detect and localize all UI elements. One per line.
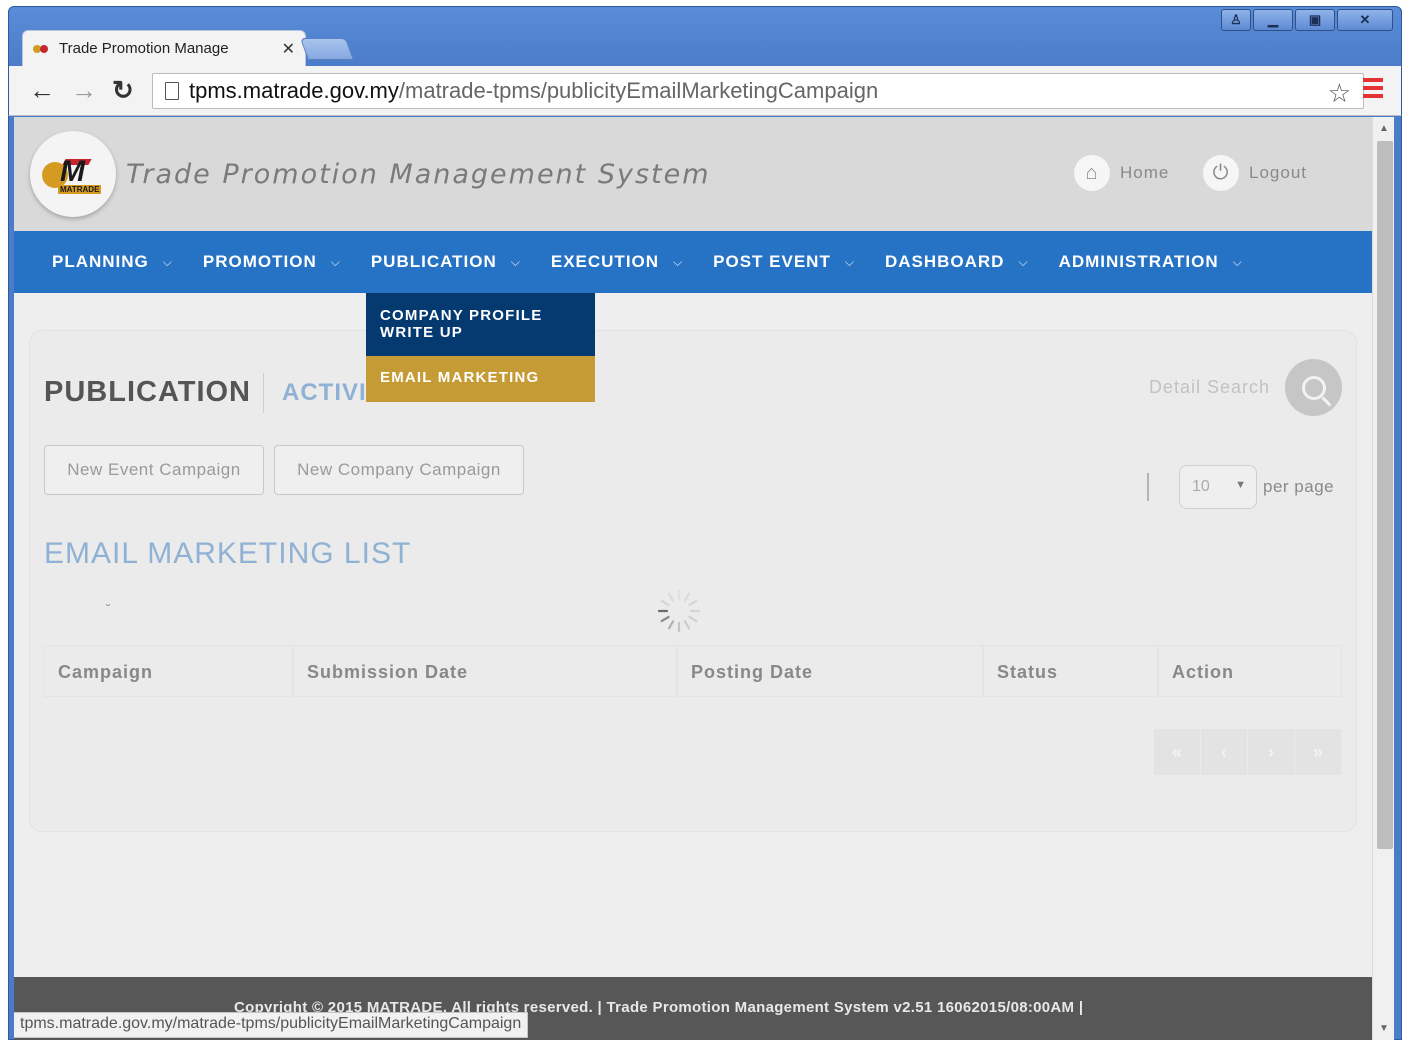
close-window-icon[interactable]: ✕	[1337, 9, 1393, 31]
chevron-down-icon: ⌵	[844, 254, 855, 269]
page-icon	[165, 82, 179, 100]
chevron-down-icon: ⌵	[1018, 254, 1029, 269]
new-company-campaign-button[interactable]: New Company Campaign	[274, 445, 524, 495]
menu-item-label: EMAIL MARKETING	[380, 369, 540, 386]
nav-dashboard[interactable]: DASHBOARD ⌵	[885, 252, 1029, 272]
per-page-select[interactable]: 10 ▼	[1179, 465, 1257, 509]
home-link[interactable]: ⌂ Home	[1074, 155, 1169, 191]
logout-label: Logout	[1249, 163, 1307, 182]
search-button[interactable]	[1285, 359, 1342, 416]
menu-item-label-line2: WRITE UP	[380, 324, 463, 341]
per-page-label: per page	[1263, 477, 1335, 496]
nav-label: EXECUTION	[550, 252, 660, 271]
column-campaign[interactable]: Campaign	[44, 646, 293, 698]
browser-menu-icon[interactable]	[1363, 78, 1383, 98]
url-host: tpms.matrade.gov.my	[189, 78, 399, 103]
matrade-favicon-icon	[33, 43, 53, 55]
scrollbar-thumb[interactable]	[1377, 141, 1393, 849]
nav-administration[interactable]: ADMINISTRATION ⌵	[1059, 252, 1243, 272]
site-title: Trade Promotion Management System	[126, 159, 711, 190]
main-nav: PLANNING ⌵ PROMOTION ⌵ PUBLICATION ⌵ EXECUT…	[14, 231, 1372, 293]
window-controls: ♙ ▁ ▣ ✕	[1221, 9, 1393, 31]
column-submission-date[interactable]: Submission Date	[293, 646, 677, 698]
maximize-icon[interactable]: ▣	[1295, 9, 1335, 31]
first-page-button[interactable]: «	[1154, 729, 1200, 775]
nav-label: ADMINISTRATION	[1058, 252, 1219, 271]
chevron-down-icon: ⌵	[510, 254, 521, 269]
prev-page-button[interactable]: ‹	[1201, 729, 1247, 775]
title-divider	[263, 373, 264, 413]
caret-down-icon: ▼	[1235, 479, 1246, 491]
nav-label: DASHBOARD	[884, 252, 1005, 271]
user-profile-icon[interactable]: ♙	[1221, 9, 1251, 31]
list-title: EMAIL MARKETING LIST	[44, 537, 412, 570]
tab-close-icon[interactable]: ✕	[282, 39, 295, 59]
detail-search-link[interactable]: Detail Search	[1149, 377, 1270, 398]
scroll-down-icon[interactable]: ▼	[1379, 1023, 1389, 1034]
url-text: tpms.matrade.gov.my/matrade-tpms/publici…	[189, 78, 878, 104]
nav-label: PROMOTION	[202, 252, 317, 271]
page-title: PUBLICATION	[44, 376, 252, 408]
nav-label: PUBLICATION	[370, 252, 497, 271]
browser-toolbar: ← → ↻ tpms.matrade.gov.my/matrade-tpms/p…	[8, 66, 1402, 116]
new-tab-button[interactable]	[299, 38, 355, 60]
nav-publication[interactable]: PUBLICATION ⌵	[371, 252, 521, 272]
page-viewport: M MATRADE Trade Promotion Management Sys…	[14, 117, 1372, 1040]
minimize-icon[interactable]: ▁	[1253, 9, 1293, 31]
content-panel: PUBLICATION ACTIVI Detail Search New Eve…	[30, 331, 1356, 831]
address-bar[interactable]: tpms.matrade.gov.my/matrade-tpms/publici…	[152, 73, 1364, 109]
publication-dropdown-menu: COMPANY PROFILE WRITE UP EMAIL MARKETING	[366, 293, 595, 402]
url-path: /matrade-tpms/publicityEmailMarketingCam…	[398, 78, 879, 103]
back-arrow-icon[interactable]: ←	[29, 76, 55, 104]
next-page-button[interactable]: ›	[1248, 729, 1294, 775]
last-page-button[interactable]: »	[1295, 729, 1341, 775]
menu-item-label: COMPANY PROFILE	[380, 307, 543, 324]
nav-execution[interactable]: EXECUTION ⌵	[551, 252, 683, 272]
scroll-up-icon[interactable]: ▲	[1379, 123, 1389, 134]
home-icon: ⌂	[1074, 155, 1110, 191]
menu-item-email-marketing[interactable]: EMAIL MARKETING	[366, 356, 595, 402]
campaign-table-header: Campaign Submission Date Posting Date St…	[44, 645, 1342, 698]
column-status[interactable]: Status	[983, 646, 1158, 698]
status-bar-url: tpms.matrade.gov.my/matrade-tpms/publici…	[14, 1012, 529, 1038]
vertical-scrollbar[interactable]: ▲ ▼	[1372, 117, 1394, 1040]
power-icon: ⏻	[1203, 155, 1239, 191]
chevron-down-icon: ⌵	[1232, 254, 1243, 269]
matrade-logo[interactable]: M MATRADE	[30, 131, 116, 217]
toolbar-divider	[1147, 473, 1149, 501]
nav-label: PLANNING	[52, 252, 149, 271]
chevron-down-icon: ⌵	[673, 254, 684, 269]
forward-arrow-icon[interactable]: →	[71, 76, 97, 104]
per-page-value: 10	[1192, 478, 1210, 495]
chevron-down-icon: ˘	[106, 601, 111, 617]
column-posting-date[interactable]: Posting Date	[677, 646, 983, 698]
nav-planning[interactable]: PLANNING ⌵	[52, 252, 173, 272]
logo-wordmark: MATRADE	[58, 185, 102, 194]
home-label: Home	[1120, 163, 1170, 182]
site-header: M MATRADE Trade Promotion Management Sys…	[14, 117, 1372, 231]
tab-title: Trade Promotion Manage	[59, 40, 229, 57]
pagination: « ‹ › »	[1154, 729, 1341, 775]
nav-post-event[interactable]: POST EVENT ⌵	[713, 252, 855, 272]
logout-link[interactable]: ⏻ Logout	[1203, 155, 1307, 191]
column-action: Action	[1158, 646, 1342, 698]
browser-tab[interactable]: Trade Promotion Manage ✕	[22, 30, 306, 66]
loading-spinner-icon	[657, 589, 701, 633]
search-icon	[1301, 375, 1326, 400]
chevron-down-icon: ⌵	[162, 254, 173, 269]
bookmark-star-icon[interactable]: ☆	[1328, 78, 1351, 109]
new-event-campaign-button[interactable]: New Event Campaign	[44, 445, 264, 495]
chevron-down-icon: ⌵	[330, 254, 341, 269]
nav-label: POST EVENT	[713, 252, 831, 271]
reload-icon[interactable]: ↻	[112, 76, 134, 104]
nav-promotion[interactable]: PROMOTION ⌵	[203, 252, 341, 272]
menu-item-company-profile-write-up[interactable]: COMPANY PROFILE WRITE UP	[366, 293, 595, 356]
